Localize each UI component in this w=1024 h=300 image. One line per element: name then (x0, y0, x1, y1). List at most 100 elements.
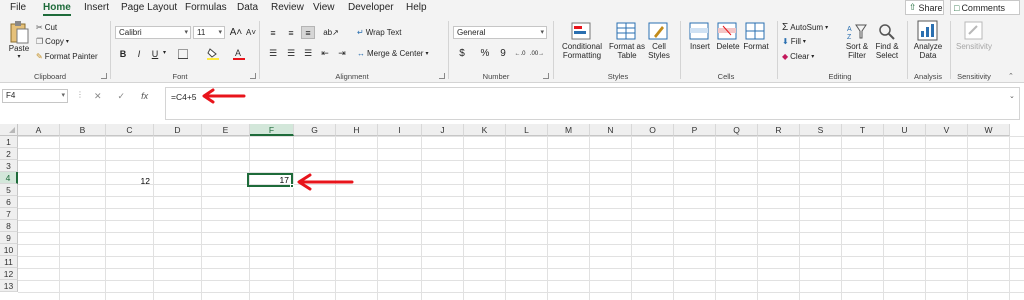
format-as-table-button[interactable]: Format as Table (609, 22, 645, 60)
column-header-k[interactable]: K (464, 124, 506, 136)
collapse-ribbon-icon[interactable]: ⌃ (1008, 72, 1014, 80)
sensitivity-button[interactable]: Sensitivity (952, 20, 996, 51)
font-size-dropdown[interactable]: 11 ▾ (193, 26, 225, 39)
tab-formulas[interactable]: Formulas (185, 2, 227, 13)
copy-button[interactable]: ❐ Copy ▾ (36, 37, 69, 46)
name-box[interactable]: F4 ▾ (2, 89, 68, 103)
increase-decimal-button[interactable]: ←.0 (513, 47, 527, 60)
bold-button[interactable]: B (116, 47, 130, 60)
decrease-indent-button[interactable]: ⇤ (318, 47, 332, 60)
tab-review[interactable]: Review (271, 2, 304, 13)
tab-help[interactable]: Help (406, 2, 427, 13)
cancel-icon[interactable]: ✕ (94, 91, 102, 102)
format-cells-button[interactable]: Format (741, 22, 771, 51)
decrease-decimal-button[interactable]: .00→ (530, 47, 544, 60)
column-header-m[interactable]: M (548, 124, 590, 136)
conditional-formatting-button[interactable]: Conditional Formatting (557, 22, 607, 60)
row-header-12[interactable]: 12 (0, 268, 18, 280)
cell-f4-active[interactable]: 17 (247, 173, 293, 187)
column-header-v[interactable]: V (926, 124, 968, 136)
analyze-data-button[interactable]: Analyze Data (910, 20, 946, 60)
column-header-b[interactable]: B (60, 124, 106, 136)
row-header-4[interactable]: 4 (0, 172, 18, 184)
comments-button[interactable]: □ Comments (950, 0, 1020, 15)
cell-c4[interactable]: 12 (104, 175, 152, 187)
column-header-l[interactable]: L (506, 124, 548, 136)
column-header-p[interactable]: P (674, 124, 716, 136)
tab-view[interactable]: View (313, 2, 335, 13)
align-center-button[interactable]: ☰ (284, 47, 298, 60)
row-header-3[interactable]: 3 (0, 160, 18, 172)
column-header-g[interactable]: G (294, 124, 336, 136)
increase-indent-button[interactable]: ⇥ (335, 47, 349, 60)
comma-style-button[interactable]: 9 (496, 47, 510, 60)
tab-insert[interactable]: Insert (84, 2, 109, 13)
increase-font-size-button[interactable]: A˄ (229, 26, 243, 39)
tab-file[interactable]: File (10, 2, 26, 13)
row-header-10[interactable]: 10 (0, 244, 18, 256)
delete-cells-button[interactable]: Delete (714, 22, 742, 51)
wrap-text-button[interactable]: ↵ Wrap Text (357, 28, 401, 37)
formula-input[interactable]: =C4+5 (165, 87, 1020, 120)
cell-styles-button[interactable]: Cell Styles (644, 22, 674, 60)
expand-formula-bar-icon[interactable]: ⌄ (1009, 92, 1015, 100)
column-header-c[interactable]: C (106, 124, 154, 136)
sort-filter-button[interactable]: A Z Sort & Filter (841, 22, 873, 60)
column-header-s[interactable]: S (800, 124, 842, 136)
enter-icon[interactable]: ✓ (118, 91, 126, 102)
underline-button[interactable]: U (148, 47, 162, 60)
tab-data[interactable]: Data (237, 2, 258, 13)
column-header-a[interactable]: A (18, 124, 60, 136)
column-header-q[interactable]: Q (716, 124, 758, 136)
column-header-w[interactable]: W (968, 124, 1010, 136)
bottom-align-button[interactable]: ≡ (301, 26, 315, 39)
fill-button[interactable]: ⬇ Fill ▾ (782, 37, 806, 46)
format-painter-button[interactable]: ✎ Format Painter (36, 52, 98, 61)
align-right-button[interactable]: ☰ (301, 47, 315, 60)
font-name-dropdown[interactable]: Calibri ▾ (115, 26, 191, 39)
middle-align-button[interactable]: ≡ (284, 26, 298, 39)
align-left-button[interactable]: ☰ (266, 47, 280, 60)
column-header-n[interactable]: N (590, 124, 632, 136)
column-header-i[interactable]: I (378, 124, 422, 136)
cell-grid[interactable] (18, 136, 1024, 300)
autosum-button[interactable]: Σ AutoSum ▾ (782, 22, 828, 33)
tab-home[interactable]: Home (43, 2, 71, 16)
row-header-8[interactable]: 8 (0, 220, 18, 232)
italic-button[interactable]: I (132, 47, 146, 60)
underline-dropdown-icon[interactable]: ▾ (163, 49, 166, 56)
number-format-dropdown[interactable]: General ▾ (453, 26, 547, 39)
row-header-1[interactable]: 1 (0, 136, 18, 148)
decrease-font-size-button[interactable]: A˅ (244, 26, 258, 39)
share-button[interactable]: ⇧ Share (905, 0, 944, 15)
column-header-f[interactable]: F (250, 124, 294, 136)
column-header-u[interactable]: U (884, 124, 926, 136)
orientation-button[interactable]: ab↗ (323, 26, 339, 39)
row-header-11[interactable]: 11 (0, 256, 18, 268)
paste-button[interactable]: Paste ▾ (6, 20, 32, 62)
row-header-5[interactable]: 5 (0, 184, 18, 196)
column-header-t[interactable]: T (842, 124, 884, 136)
borders-button[interactable] (176, 47, 190, 60)
insert-function-button[interactable]: fx (141, 91, 148, 101)
row-header-7[interactable]: 7 (0, 208, 18, 220)
row-header-9[interactable]: 9 (0, 232, 18, 244)
select-all-corner[interactable] (0, 124, 18, 136)
tab-page-layout[interactable]: Page Layout (121, 2, 177, 13)
column-header-e[interactable]: E (202, 124, 250, 136)
merge-center-button[interactable]: ↔ Merge & Center ▾ (357, 49, 428, 58)
row-header-6[interactable]: 6 (0, 196, 18, 208)
font-color-button[interactable]: A (232, 47, 246, 60)
find-select-button[interactable]: Find & Select (871, 22, 903, 60)
font-launcher-icon[interactable] (250, 73, 256, 79)
percent-button[interactable]: % (478, 47, 492, 60)
number-launcher-icon[interactable] (543, 73, 549, 79)
insert-cells-button[interactable]: Insert (685, 22, 715, 51)
column-header-j[interactable]: J (422, 124, 464, 136)
tab-developer[interactable]: Developer (348, 2, 394, 13)
row-header-13[interactable]: 13 (0, 280, 18, 292)
column-header-r[interactable]: R (758, 124, 800, 136)
alignment-launcher-icon[interactable] (439, 73, 445, 79)
top-align-button[interactable]: ≡ (266, 26, 280, 39)
clipboard-launcher-icon[interactable] (101, 73, 107, 79)
